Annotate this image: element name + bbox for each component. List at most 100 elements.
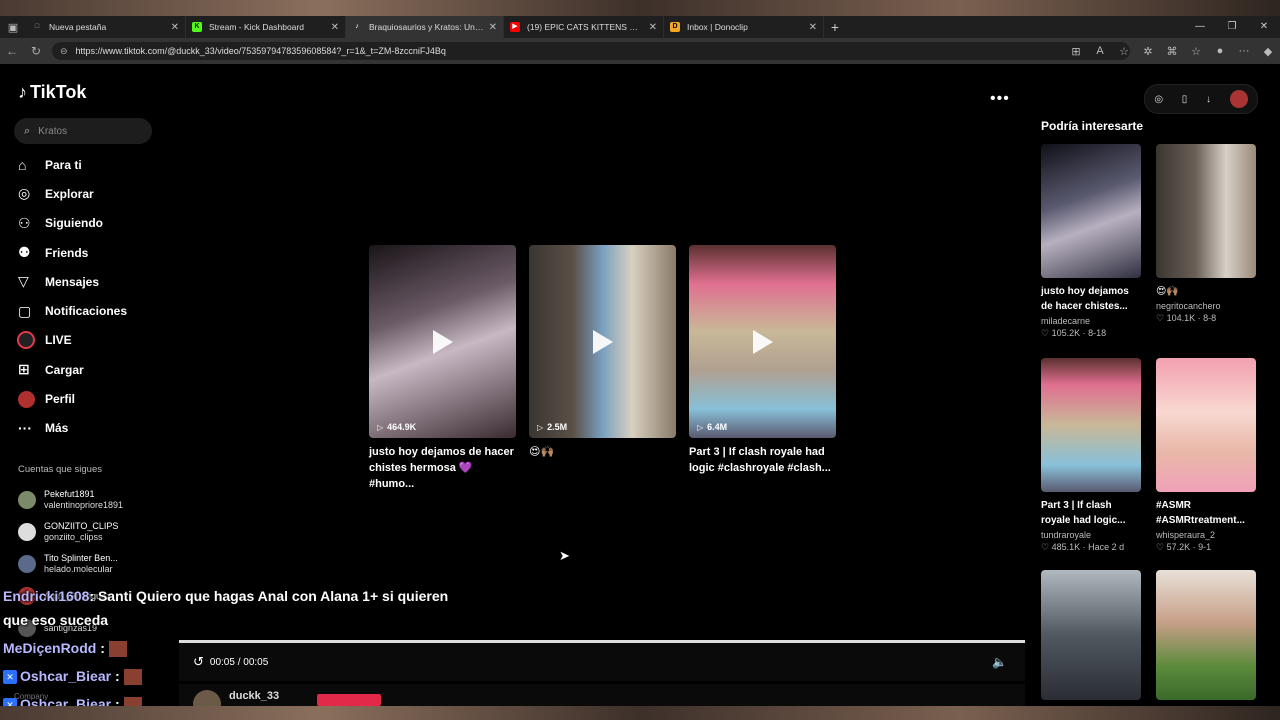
close-icon[interactable]: ✕ — [171, 22, 179, 33]
video-caption[interactable]: Part 3 | If clash royale had logic #clas… — [689, 444, 836, 476]
tab-4[interactable]: D Inbox | Donoclip ✕ — [664, 16, 824, 38]
video-author[interactable]: negritocanchero — [1156, 301, 1256, 311]
logo-text: TikTok — [30, 82, 87, 102]
author-name[interactable]: duckk_33 — [229, 690, 279, 702]
favorites-icon[interactable]: ☆ — [1184, 45, 1208, 58]
chat-username: Oshcar_Biear — [20, 668, 112, 684]
account-name: Tito Splinter Ben... — [44, 553, 118, 563]
sidebar-item-explorar[interactable]: ◎ Explorar — [14, 179, 174, 208]
followed-account[interactable]: Tito Splinter Ben... helado.molecular — [18, 548, 168, 580]
download-icon[interactable]: ↓ — [1206, 94, 1211, 105]
sidebar-item-mas[interactable]: ··· Más — [14, 414, 174, 443]
url-field[interactable]: ⊖ https://www.tiktok.com/@duckk_33/video… — [52, 42, 1130, 60]
volume-icon[interactable]: 🔈 — [992, 655, 1007, 669]
search-icon: ⌕ — [24, 124, 31, 137]
follow-button[interactable] — [317, 694, 381, 706]
close-icon[interactable]: ✕ — [649, 22, 657, 33]
close-icon[interactable]: ✕ — [489, 22, 497, 33]
recommended-video[interactable]: #ASMR #ASMRtreatment... whisperaura_2 ♡ … — [1156, 358, 1256, 553]
friends-icon: ⚉ — [18, 244, 31, 261]
site-info-icon[interactable]: ⊖ — [60, 46, 68, 57]
sidebar-item-mensajes[interactable]: ▽ Mensajes — [14, 267, 174, 296]
tab-actions-icon[interactable]: ▣ — [0, 16, 26, 38]
video-caption[interactable]: 😍🙌🏽 — [529, 444, 676, 460]
recommended-video[interactable]: Part 3 | If clash royale had logic... tu… — [1041, 358, 1141, 553]
close-window-icon[interactable]: ✕ — [1248, 16, 1280, 38]
tab-0[interactable]: □ Nueva pestaña ✕ — [26, 16, 186, 38]
sidebar-item-label: Cargar — [45, 362, 84, 377]
sidebar-item-siguiendo[interactable]: ⚇ Siguiendo — [14, 209, 174, 238]
video-thumbnail[interactable]: ▷ 6.4M — [689, 245, 836, 438]
video-card[interactable]: ▷ 2.5M 😍🙌🏽 — [529, 245, 676, 460]
tiktok-logo[interactable]: ♪ TikTok — [18, 82, 86, 103]
video-thumbnail[interactable]: ▷ 464.9K — [369, 245, 516, 438]
recommended-video[interactable]: justo hoy dejamos de hacer chistes... mi… — [1041, 144, 1141, 339]
new-tab-button[interactable]: + — [824, 19, 846, 35]
video-caption[interactable]: Part 3 | If clash royale had logic... — [1041, 498, 1141, 528]
back-icon[interactable]: ← — [0, 44, 24, 58]
minimize-icon[interactable]: — — [1184, 16, 1216, 38]
recommended-video[interactable] — [1041, 570, 1141, 700]
browser-toolbar-right: ⊞ A ☆ ✲ ⌘ ☆ ● ··· ◆ — [1064, 38, 1280, 64]
profile-avatar-icon[interactable]: ● — [1208, 45, 1232, 57]
video-thumbnail[interactable] — [1156, 144, 1256, 278]
sidebar-item-para-ti[interactable]: ⌂ Para ti — [14, 150, 174, 179]
tiktok-favicon-icon: ♪ — [355, 23, 359, 30]
search-input[interactable]: ⌕ Kratos — [14, 118, 152, 144]
video-thumbnail[interactable]: ▷ 2.5M — [529, 245, 676, 438]
sidebar-item-notificaciones[interactable]: ▢ Notificaciones — [14, 296, 174, 325]
restore-icon[interactable]: ❐ — [1216, 16, 1248, 38]
browser-tab-bar: ▣ □ Nueva pestaña ✕ K Stream - Kick Dash… — [0, 16, 1280, 38]
tab-2[interactable]: ♪ Braquiosaurios y Kratos: Un Choq ✕ — [346, 16, 504, 38]
messages-icon: ▽ — [18, 273, 29, 290]
video-thumbnail[interactable] — [1156, 570, 1256, 700]
app-available-icon[interactable]: ⊞ — [1064, 45, 1088, 58]
recommended-video[interactable] — [1156, 570, 1256, 700]
video-author[interactable]: whisperaura_2 — [1156, 530, 1256, 540]
donoclip-favicon-icon: D — [670, 22, 680, 32]
video-thumbnail[interactable] — [1156, 358, 1256, 492]
extensions-icon[interactable]: ✲ — [1136, 45, 1160, 58]
compass-icon[interactable]: ◎ — [1154, 94, 1163, 105]
video-caption[interactable]: #ASMR #ASMRtreatment... — [1156, 498, 1256, 528]
profile-icon — [18, 390, 35, 408]
video-caption[interactable]: justo hoy dejamos de hacer chistes hermo… — [369, 444, 516, 492]
favorite-star-icon[interactable]: ☆ — [1112, 45, 1136, 58]
sidebar-item-friends[interactable]: ⚉ Friends — [14, 238, 174, 267]
tab-title: Stream - Kick Dashboard — [209, 22, 304, 32]
like-count: 104.1K — [1166, 313, 1196, 323]
more-options-icon[interactable]: ••• — [990, 90, 1010, 108]
tab-1[interactable]: K Stream - Kick Dashboard ✕ — [186, 16, 346, 38]
video-stats: ♡ 105.2K · 8-18 — [1041, 328, 1107, 338]
chat-message: MeDiçenRodd : — [3, 640, 127, 658]
video-caption[interactable]: 😍🙌🏽 — [1156, 284, 1256, 299]
video-card[interactable]: ▷ 6.4M Part 3 | If clash royale had logic… — [689, 245, 836, 476]
reload-icon[interactable]: ↻ — [24, 44, 48, 58]
chat-emote-icon — [123, 669, 142, 686]
tab-3[interactable]: ▶ (19) EPIC CATS KITTENS WORLD ( ✕ — [504, 16, 664, 38]
video-thumbnail[interactable] — [1041, 570, 1141, 700]
video-author[interactable]: miladecarne — [1041, 316, 1141, 326]
sidebar-item-cargar[interactable]: ⊞ Cargar — [14, 355, 174, 384]
read-aloud-icon[interactable]: A — [1088, 45, 1112, 57]
video-thumbnail[interactable] — [1041, 144, 1141, 278]
user-avatar[interactable] — [1229, 90, 1248, 108]
video-thumbnail[interactable] — [1041, 358, 1141, 492]
close-icon[interactable]: ✕ — [331, 22, 339, 33]
video-stats: ♡ 104.1K · 8-8 — [1156, 313, 1217, 323]
view-count: ▷ 6.4M — [697, 422, 727, 432]
collections-icon[interactable]: ⌘ — [1160, 45, 1184, 58]
video-author[interactable]: tundraroyale — [1041, 530, 1141, 540]
phone-icon[interactable]: ▯ — [1182, 94, 1188, 105]
recommended-video[interactable]: 😍🙌🏽 negritocanchero ♡ 104.1K · 8-8 — [1156, 144, 1256, 324]
copilot-icon[interactable]: ◆ — [1256, 45, 1280, 58]
video-caption[interactable]: justo hoy dejamos de hacer chistes... — [1041, 284, 1141, 314]
followed-account[interactable]: Pekefut1891 valentinopriore1891 — [18, 484, 168, 516]
sidebar-item-perfil[interactable]: Perfil — [14, 384, 174, 413]
followed-account[interactable]: GONZIITO_CLIPS gonziito_clipss — [18, 516, 168, 548]
video-card[interactable]: ▷ 464.9K justo hoy dejamos de hacer chist… — [369, 245, 516, 492]
replay-icon[interactable]: ↺ — [193, 654, 204, 670]
close-icon[interactable]: ✕ — [809, 22, 817, 33]
menu-dots-icon[interactable]: ··· — [1232, 45, 1256, 57]
sidebar-item-live[interactable]: LIVE — [14, 326, 174, 355]
